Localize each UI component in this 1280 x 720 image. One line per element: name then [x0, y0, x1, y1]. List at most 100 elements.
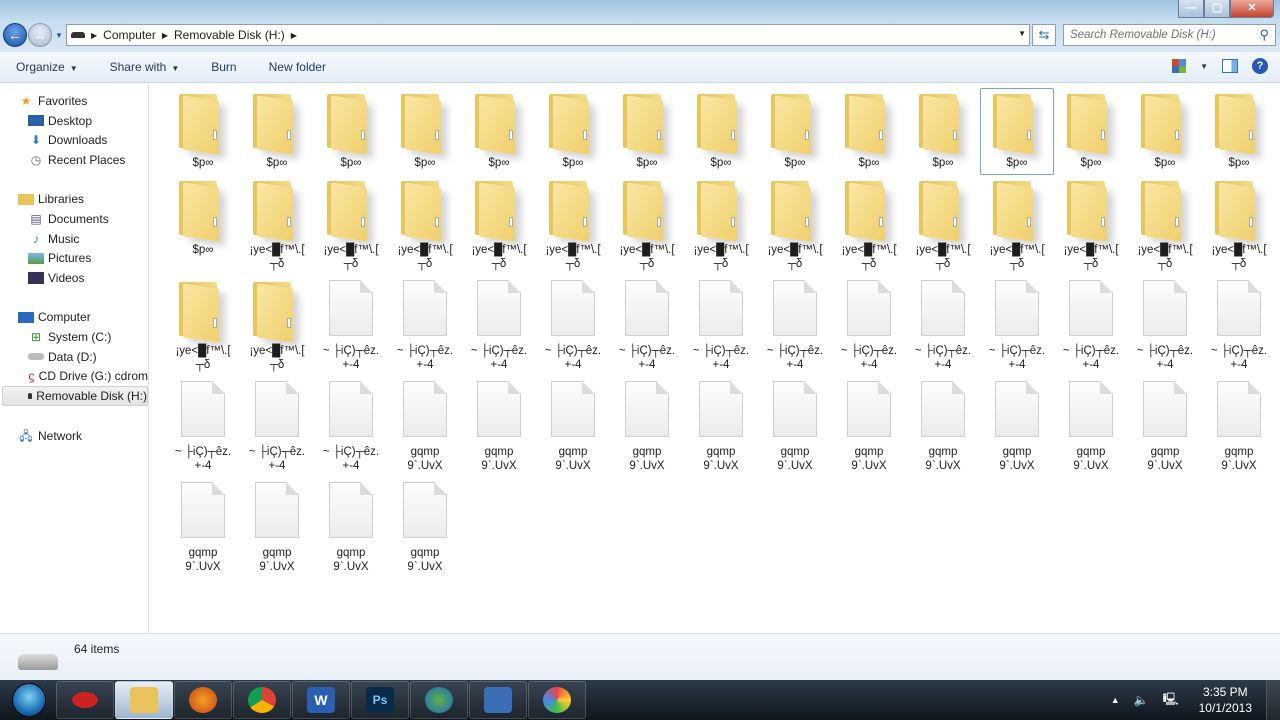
- help-button[interactable]: ?: [1252, 58, 1268, 74]
- address-bar[interactable]: ▶ Computer ▶ Removable Disk (H:) ▶ ▼: [66, 24, 1030, 46]
- folder-item[interactable]: ¡ye<█f™\.[ ┬δ: [906, 175, 980, 276]
- search-icon[interactable]: ⚲: [1259, 25, 1269, 45]
- folder-item[interactable]: $p∞: [1128, 88, 1202, 175]
- clock[interactable]: 3:35 PM 10/1/2013: [1199, 684, 1252, 716]
- file-item[interactable]: gqmp 9`.UvX: [980, 377, 1054, 478]
- file-item[interactable]: gqmp 9`.UvX: [462, 377, 536, 478]
- folder-item[interactable]: $p∞: [166, 175, 240, 262]
- taskbar-chrome[interactable]: [233, 681, 291, 719]
- taskbar-word[interactable]: W: [292, 681, 350, 719]
- folder-item[interactable]: $p∞: [610, 88, 684, 175]
- folder-item[interactable]: ¡ye<█f™\.[ ┬δ: [1128, 175, 1202, 276]
- sidebar-item-pictures[interactable]: Pictures: [0, 249, 148, 269]
- file-item[interactable]: ~ ├iÇ)┬êz. +-4: [1054, 276, 1128, 377]
- sidebar-item-system-c[interactable]: ⊞ System (C:): [0, 327, 148, 347]
- chevron-right-icon[interactable]: ▶: [162, 31, 168, 40]
- file-item[interactable]: gqmp 9`.UvX: [832, 377, 906, 478]
- file-item[interactable]: ~ ├iÇ)┬êz. +-4: [314, 377, 388, 478]
- folder-item[interactable]: $p∞: [314, 88, 388, 175]
- file-item[interactable]: gqmp 9`.UvX: [684, 377, 758, 478]
- sidebar-item-removable-disk-h[interactable]: Removable Disk (H:): [2, 386, 148, 406]
- sidebar-computer[interactable]: Computer: [0, 308, 148, 328]
- search-input[interactable]: Search Removable Disk (H:) ⚲: [1063, 24, 1276, 46]
- folder-item[interactable]: ¡ye<█f™\.[ ┬δ: [980, 175, 1054, 276]
- network-icon[interactable]: 🖳: [1163, 690, 1179, 711]
- file-item[interactable]: ~ ├iÇ)┬êz. +-4: [314, 276, 388, 377]
- sidebar-item-videos[interactable]: Videos: [0, 268, 148, 288]
- folder-item[interactable]: $p∞: [388, 88, 462, 175]
- file-item[interactable]: gqmp 9`.UvX: [1202, 377, 1276, 478]
- maximize-button[interactable]: ▢: [1204, 0, 1230, 18]
- taskbar-paint[interactable]: [528, 681, 586, 719]
- taskbar-windows-explorer[interactable]: [115, 681, 173, 719]
- file-item[interactable]: ~ ├iÇ)┬êz. +-4: [1202, 276, 1276, 377]
- file-item[interactable]: ~ ├iÇ)┬êz. +-4: [240, 377, 314, 478]
- breadcrumb-removable-disk[interactable]: Removable Disk (H:): [174, 28, 285, 42]
- sidebar-network[interactable]: 🖧 Network: [0, 426, 148, 446]
- chevron-right-icon[interactable]: ▶: [91, 31, 97, 40]
- taskbar-photoshop[interactable]: Ps: [351, 681, 409, 719]
- sidebar-item-data-d[interactable]: Data (D:): [0, 347, 148, 367]
- close-button[interactable]: ✕: [1230, 0, 1274, 18]
- sidebar-favorites[interactable]: ★ Favorites: [0, 91, 148, 111]
- sidebar-item-downloads[interactable]: ⬇ Downloads: [0, 130, 148, 150]
- file-item[interactable]: gqmp 9`.UvX: [906, 377, 980, 478]
- file-item[interactable]: gqmp 9`.UvX: [388, 377, 462, 478]
- start-button[interactable]: [12, 683, 46, 717]
- folder-item[interactable]: ¡ye<█f™\.[ ┬δ: [388, 175, 462, 276]
- taskbar-firefox[interactable]: [174, 681, 232, 719]
- folder-item[interactable]: $p∞: [758, 88, 832, 175]
- file-item[interactable]: ~ ├iÇ)┬êz. +-4: [462, 276, 536, 377]
- forward-button[interactable]: →: [28, 23, 52, 47]
- file-item[interactable]: gqmp 9`.UvX: [1054, 377, 1128, 478]
- organize-button[interactable]: Organize ▼: [0, 60, 94, 74]
- view-options-dropdown[interactable]: ▼: [1200, 62, 1208, 71]
- folder-item[interactable]: ¡ye<█f™\.[ ┬δ: [240, 276, 314, 377]
- folder-item[interactable]: ¡ye<█f™\.[ ┬δ: [1202, 175, 1276, 276]
- folder-item[interactable]: ¡ye<█f™\.[ ┬δ: [536, 175, 610, 276]
- taskbar-download-manager[interactable]: [410, 681, 468, 719]
- folder-item[interactable]: $p∞: [1054, 88, 1128, 175]
- file-item[interactable]: ~ ├iÇ)┬êz. +-4: [980, 276, 1054, 377]
- change-view-icon[interactable]: [1172, 59, 1187, 73]
- folder-item[interactable]: $p∞: [166, 88, 240, 175]
- folder-item[interactable]: ¡ye<█f™\.[ ┬δ: [610, 175, 684, 276]
- volume-icon[interactable]: 🔈: [1134, 693, 1149, 707]
- refresh-button[interactable]: ⇆: [1032, 24, 1056, 46]
- file-item[interactable]: ~ ├iÇ)┬êz. +-4: [758, 276, 832, 377]
- file-item[interactable]: gqmp 9`.UvX: [758, 377, 832, 478]
- file-item[interactable]: gqmp 9`.UvX: [166, 478, 240, 579]
- show-hidden-icons-icon[interactable]: ▲: [1111, 695, 1120, 705]
- folder-item[interactable]: ¡ye<█f™\.[ ┬δ: [166, 276, 240, 377]
- share-with-button[interactable]: Share with ▼: [94, 60, 196, 74]
- sidebar-item-documents[interactable]: ▤ Documents: [0, 209, 148, 229]
- folder-item[interactable]: $p∞: [906, 88, 980, 175]
- folder-item[interactable]: $p∞: [980, 88, 1054, 175]
- sidebar-item-cd-drive-g[interactable]: ϛ CD Drive (G:) cdrom: [0, 367, 148, 387]
- sidebar-item-desktop[interactable]: Desktop: [0, 111, 148, 131]
- file-item[interactable]: gqmp 9`.UvX: [536, 377, 610, 478]
- folder-item[interactable]: ¡ye<█f™\.[ ┬δ: [684, 175, 758, 276]
- file-item[interactable]: ~ ├iÇ)┬êz. +-4: [906, 276, 980, 377]
- new-folder-button[interactable]: New folder: [253, 60, 342, 74]
- file-item[interactable]: gqmp 9`.UvX: [1128, 377, 1202, 478]
- folder-item[interactable]: $p∞: [684, 88, 758, 175]
- minimize-button[interactable]: —: [1178, 0, 1204, 18]
- folder-item[interactable]: $p∞: [1202, 88, 1276, 175]
- file-item[interactable]: ~ ├iÇ)┬êz. +-4: [166, 377, 240, 478]
- file-item[interactable]: gqmp 9`.UvX: [388, 478, 462, 579]
- breadcrumb-computer[interactable]: Computer: [103, 28, 156, 42]
- sidebar-item-music[interactable]: ♪ Music: [0, 229, 148, 249]
- folder-item[interactable]: ¡ye<█f™\.[ ┬δ: [832, 175, 906, 276]
- folder-item[interactable]: ¡ye<█f™\.[ ┬δ: [314, 175, 388, 276]
- burn-button[interactable]: Burn: [195, 60, 252, 74]
- folder-item[interactable]: $p∞: [240, 88, 314, 175]
- taskbar-app-blue[interactable]: [469, 681, 527, 719]
- file-item[interactable]: ~ ├iÇ)┬êz. +-4: [832, 276, 906, 377]
- folder-item[interactable]: $p∞: [536, 88, 610, 175]
- back-button[interactable]: ←: [3, 23, 27, 47]
- sidebar-libraries[interactable]: Libraries: [0, 189, 148, 209]
- file-item[interactable]: gqmp 9`.UvX: [240, 478, 314, 579]
- file-item[interactable]: ~ ├iÇ)┬êz. +-4: [684, 276, 758, 377]
- folder-item[interactable]: $p∞: [832, 88, 906, 175]
